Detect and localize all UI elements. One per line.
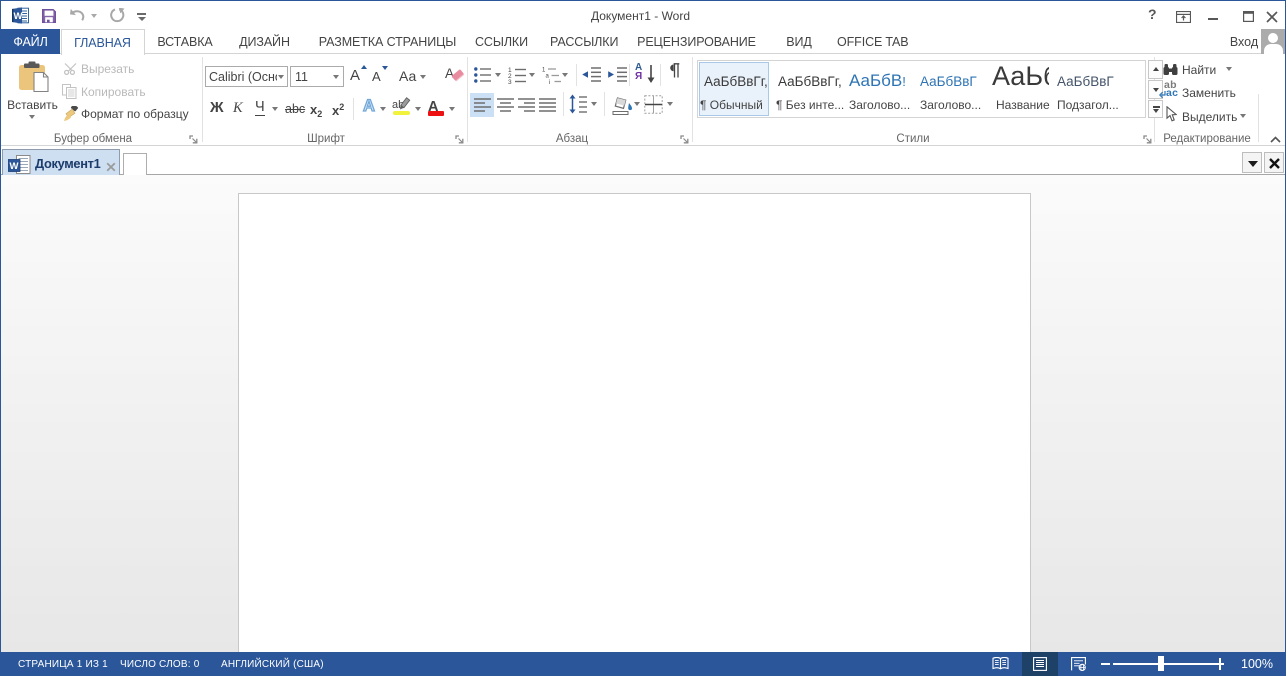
svg-text:W: W [14, 11, 23, 22]
svg-text:W: W [10, 161, 19, 172]
svg-text:i: i [549, 80, 550, 84]
svg-text:a: a [546, 74, 550, 80]
svg-text:3: 3 [508, 79, 512, 84]
